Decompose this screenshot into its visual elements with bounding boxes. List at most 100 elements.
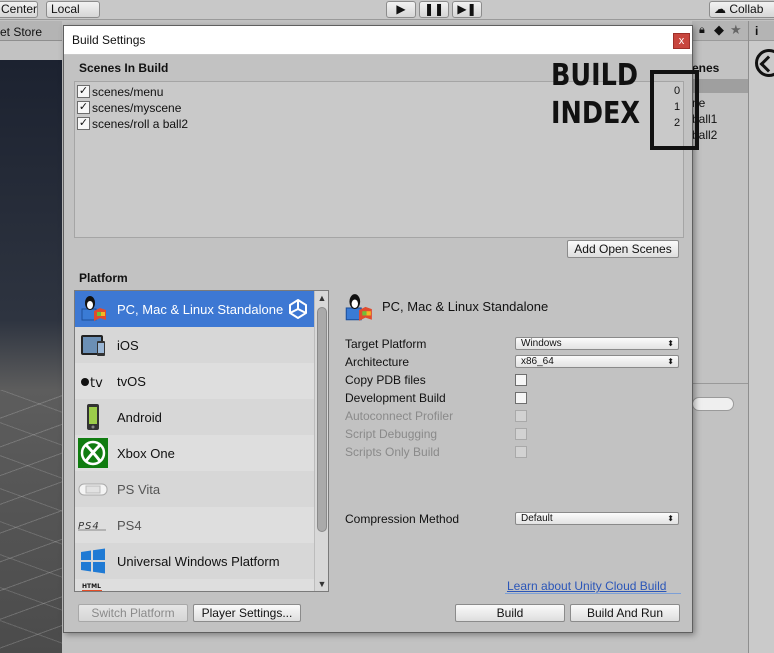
pivot-center-toggle[interactable]: Center	[0, 1, 38, 18]
dropdown-value: Default	[521, 513, 553, 524]
platform-heading: Platform	[79, 271, 128, 285]
add-open-scenes-button[interactable]: Add Open Scenes	[567, 240, 679, 258]
cloud-icon: ☁	[714, 2, 726, 16]
collab-button[interactable]: ☁ Collab	[709, 1, 774, 18]
project-panel	[692, 383, 748, 653]
ios-icon	[81, 335, 105, 356]
build-button[interactable]: Build	[455, 604, 565, 622]
platform-label: PS Vita	[117, 482, 161, 497]
annotation-box	[650, 70, 699, 150]
autoconnect-profiler-checkbox	[515, 410, 527, 422]
platform-item-android[interactable]: Android	[75, 399, 314, 435]
inspector-strip: i	[748, 21, 774, 653]
annotation-index: INDEX	[551, 96, 641, 131]
scenes-label: enes	[692, 61, 720, 75]
xbox-icon	[78, 438, 108, 468]
platform-item-webgl[interactable]: HTML	[75, 579, 314, 591]
dropdown-arrow-icon: ⬍	[667, 357, 674, 366]
scenes-in-build-heading: Scenes In Build	[79, 61, 169, 75]
scene-name: scenes/menu	[92, 85, 164, 99]
dialog-title: Build Settings	[72, 33, 146, 47]
back-arrow-icon[interactable]	[755, 49, 774, 77]
script-debugging-label: Script Debugging	[345, 427, 438, 441]
pause-button[interactable]: ❚❚	[419, 1, 449, 18]
windows-icon	[81, 548, 105, 574]
hierarchy-panel: 🔒︎ ◆ ★ enes ne ball1 ball2	[692, 21, 748, 653]
architecture-label: Architecture	[345, 355, 410, 369]
scroll-up-arrow-icon[interactable]: ▲	[315, 291, 328, 305]
architecture-dropdown[interactable]: x86_64 ⬍	[515, 355, 679, 368]
scene-name: scenes/myscene	[92, 101, 182, 115]
annotation-build: BUILD	[551, 58, 639, 93]
player-settings-button[interactable]: Player Settings...	[193, 604, 301, 622]
scene-checkbox[interactable]: ✓	[77, 117, 90, 130]
autoconnect-profiler-label: Autoconnect Profiler	[345, 409, 454, 423]
development-build-checkbox[interactable]	[515, 392, 527, 404]
platform-label: PC, Mac & Linux Standalone	[117, 302, 284, 317]
platform-label: Xbox One	[117, 446, 175, 461]
platform-label: iOS	[117, 338, 139, 353]
target-platform-label: Target Platform	[345, 337, 427, 351]
hierarchy-header: 🔒︎ ◆ ★	[692, 21, 748, 41]
svg-text:PS4: PS4	[78, 521, 100, 532]
dropdown-arrow-icon: ⬍	[667, 339, 674, 348]
platform-label: Universal Windows Platform	[117, 554, 280, 569]
compression-method-dropdown[interactable]: Default ⬍	[515, 512, 679, 525]
star-icon[interactable]: ★	[730, 22, 742, 38]
info-icon: i	[749, 21, 774, 41]
settings-platform-title: PC, Mac & Linux Standalone	[382, 299, 549, 314]
build-settings-dialog: Build Settings x Scenes In Build ✓ scene…	[63, 25, 699, 633]
collab-label: Collab	[729, 2, 764, 16]
svg-text:tv: tv	[90, 376, 103, 391]
local-label: Local	[51, 2, 80, 16]
dialog-titlebar[interactable]: Build Settings x	[64, 26, 692, 55]
settings-header: PC, Mac & Linux Standalone	[342, 290, 682, 324]
unity-cloud-build-link[interactable]: Learn about Unity Cloud Build	[507, 579, 666, 593]
ps4-icon: PS4	[78, 521, 106, 532]
platform-item-ps-vita[interactable]: PS Vita	[75, 471, 314, 507]
pc-mac-linux-icon	[81, 296, 106, 321]
svg-text:HTML: HTML	[82, 583, 101, 590]
platform-item-ps4[interactable]: PS4 PS4	[75, 507, 314, 543]
scene-grid	[0, 390, 62, 653]
search-input[interactable]	[692, 397, 734, 411]
platform-item-standalone[interactable]: PC, Mac & Linux Standalone	[75, 291, 314, 327]
pc-mac-linux-icon	[345, 294, 372, 321]
platform-label: Android	[117, 410, 162, 425]
target-platform-dropdown[interactable]: Windows ⬍	[515, 337, 679, 350]
compression-method-label: Compression Method	[345, 512, 460, 526]
scene-name: scenes/roll a ball2	[92, 117, 189, 131]
unity-logo-icon	[289, 299, 307, 319]
scene-checkbox[interactable]: ✓	[77, 85, 90, 98]
ps-vita-icon	[78, 483, 108, 496]
platform-list[interactable]: PC, Mac & Linux Standalone iOS tv tvOS A…	[74, 290, 329, 592]
platform-label: PS4	[117, 518, 142, 533]
platform-label: tvOS	[117, 374, 146, 389]
platform-scrollbar[interactable]: ▲ ▼	[314, 291, 328, 591]
scroll-down-arrow-icon[interactable]: ▼	[315, 577, 328, 591]
scene-checkbox[interactable]: ✓	[77, 101, 90, 114]
copy-pdb-checkbox[interactable]	[515, 374, 527, 386]
asset-store-tab[interactable]: et Store	[0, 21, 62, 41]
scroll-thumb[interactable]	[317, 307, 327, 532]
android-icon	[87, 404, 99, 430]
switch-platform-button[interactable]: Switch Platform	[78, 604, 188, 622]
lock-icon[interactable]: 🔒︎	[699, 24, 705, 37]
build-and-run-button[interactable]: Build And Run	[570, 604, 680, 622]
selected-row[interactable]	[692, 79, 748, 93]
close-button[interactable]: x	[673, 33, 690, 49]
step-button[interactable]: ▶❚	[452, 1, 482, 18]
scripts-only-build-checkbox	[515, 446, 527, 458]
dropdown-value: x86_64	[521, 356, 554, 367]
platform-item-xbox[interactable]: Xbox One	[75, 435, 314, 471]
tag-icon[interactable]: ◆	[714, 22, 724, 38]
script-debugging-checkbox	[515, 428, 527, 440]
platform-item-uwp[interactable]: Universal Windows Platform	[75, 543, 314, 579]
scripts-only-build-label: Scripts Only Build	[345, 445, 440, 459]
platform-item-tvos[interactable]: tv tvOS	[75, 363, 314, 399]
html5-icon: HTML	[82, 583, 102, 591]
play-button[interactable]: ▶	[386, 1, 416, 18]
pivot-local-toggle[interactable]: Local	[46, 1, 100, 18]
platform-item-ios[interactable]: iOS	[75, 327, 314, 363]
editor-toolbar: Center Local ▶ ❚❚ ▶❚ ☁ Collab	[0, 0, 774, 20]
